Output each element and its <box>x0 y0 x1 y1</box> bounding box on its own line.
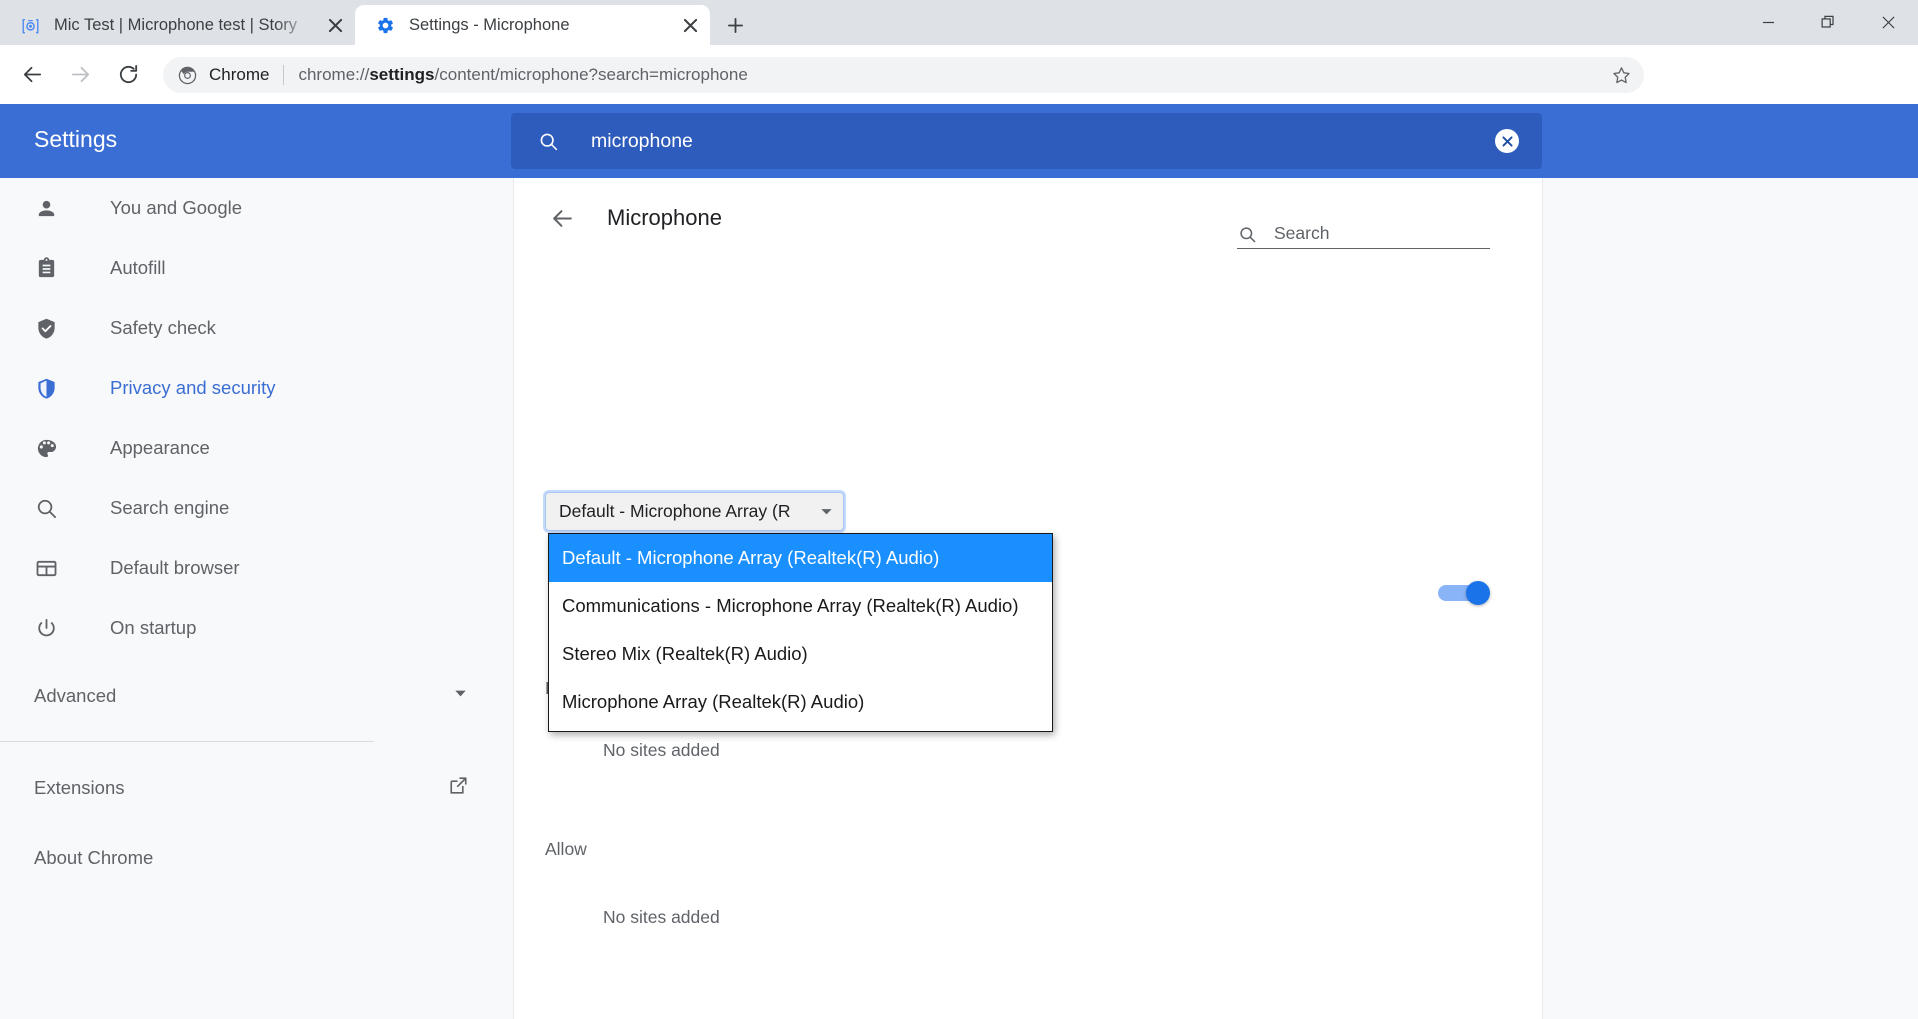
search-icon <box>34 496 58 520</box>
sidebar-item-appearance[interactable]: Appearance <box>0 424 513 472</box>
dropdown-option[interactable]: Stereo Mix (Realtek(R) Audio) <box>549 630 1052 678</box>
back-button[interactable] <box>14 57 50 93</box>
power-icon <box>34 616 58 640</box>
omnibox-url: chrome://settings/content/microphone?sea… <box>298 65 747 85</box>
tab-title: Mic Test | Microphone test | Story <box>54 14 317 36</box>
star-icon[interactable] <box>1606 60 1636 90</box>
settings-sidebar: You and Google Autofill Safety check <box>0 178 513 1019</box>
sidebar-item-label: Default browser <box>110 557 240 579</box>
microphone-select-value: Default - Microphone Array (R <box>559 501 816 522</box>
settings-title: Settings <box>34 126 117 153</box>
url-rest: /content/microphone?search=microphone <box>435 65 748 84</box>
sidebar-item-label: You and Google <box>110 197 242 219</box>
sidebar-item-label: Autofill <box>110 257 166 279</box>
clear-circle-icon[interactable] <box>1495 129 1519 153</box>
sidebar-item-privacy-and-security[interactable]: Privacy and security <box>0 364 513 412</box>
omnibox-site-label: Chrome <box>209 65 269 85</box>
sidebar-item-search-engine[interactable]: Search engine <box>0 484 513 532</box>
sidebar-item-advanced[interactable]: Advanced <box>0 672 513 720</box>
content-search-placeholder: Search <box>1274 223 1329 244</box>
settings-header: Settings microphone <box>0 104 1918 178</box>
allow-section-empty: No sites added <box>603 907 720 928</box>
shield-check-icon <box>34 316 58 340</box>
sidebar-item-label: On startup <box>110 617 196 639</box>
palette-icon <box>34 436 58 460</box>
browser-tab[interactable]: Settings - Microphone <box>355 5 710 45</box>
clipboard-icon <box>34 256 58 280</box>
microphone-device-dropdown[interactable]: Default - Microphone Array (Realtek(R) A… <box>548 533 1053 732</box>
camera-icon <box>20 15 40 35</box>
gear-icon <box>375 15 395 35</box>
toggle-knob <box>1466 581 1490 605</box>
sidebar-item-label: Privacy and security <box>110 377 276 399</box>
sidebar-item-about-chrome[interactable]: About Chrome <box>0 834 513 882</box>
content-search-field[interactable]: Search <box>1237 223 1490 249</box>
sidebar-about-label: About Chrome <box>34 847 153 869</box>
sidebar-item-label: Safety check <box>110 317 216 339</box>
settings-search-box[interactable]: microphone <box>511 113 1542 169</box>
chrome-icon <box>177 65 197 85</box>
sidebar-item-you-and-google[interactable]: You and Google <box>0 184 513 232</box>
sidebar-item-safety-check[interactable]: Safety check <box>0 304 513 352</box>
sidebar-item-autofill[interactable]: Autofill <box>0 244 513 292</box>
sidebar-item-on-startup[interactable]: On startup <box>0 604 513 652</box>
new-tab-button[interactable] <box>718 8 752 42</box>
arrow-back-icon[interactable] <box>547 203 577 233</box>
browser-window-icon <box>34 556 58 580</box>
settings-search-value: microphone <box>591 130 693 153</box>
sidebar-advanced-label: Advanced <box>34 685 116 707</box>
settings-page-body: You and Google Autofill Safety check <box>0 178 1918 1019</box>
dropdown-arrow-icon <box>818 504 834 520</box>
tab-title: Settings - Microphone <box>409 14 672 36</box>
url-emphasis: settings <box>369 65 434 84</box>
dropdown-option[interactable]: Default - Microphone Array (Realtek(R) A… <box>549 534 1052 582</box>
sidebar-item-extensions[interactable]: Extensions <box>0 764 513 812</box>
microphone-device-select[interactable]: Default - Microphone Array (R <box>545 492 844 531</box>
close-button[interactable] <box>1858 0 1918 45</box>
url-scheme: chrome:// <box>298 65 369 84</box>
sidebar-item-default-browser[interactable]: Default browser <box>0 544 513 592</box>
restore-button[interactable] <box>1798 0 1858 45</box>
minimize-button[interactable] <box>1738 0 1798 45</box>
close-icon[interactable] <box>676 11 704 39</box>
shield-icon <box>34 376 58 400</box>
dropdown-option[interactable]: Communications - Microphone Array (Realt… <box>549 582 1052 630</box>
sidebar-item-label: Appearance <box>110 437 210 459</box>
allow-section-label: Allow <box>545 839 587 860</box>
search-icon <box>537 130 559 152</box>
sidebar-divider <box>0 741 374 742</box>
tab-strip: Mic Test | Microphone test | Story Setti… <box>0 0 1918 45</box>
ask-before-accessing-toggle[interactable] <box>1438 581 1490 605</box>
open-in-new-icon <box>448 775 469 801</box>
browser-tab[interactable]: Mic Test | Microphone test | Story <box>0 5 355 45</box>
address-bar[interactable]: Chrome chrome://settings/content/microph… <box>163 57 1644 93</box>
window-controls <box>1738 0 1918 45</box>
search-icon <box>1237 224 1257 244</box>
close-icon[interactable] <box>321 11 349 39</box>
omnibox-separator <box>283 65 284 85</box>
person-icon <box>34 196 58 220</box>
block-section-empty: No sites added <box>603 740 720 761</box>
sidebar-extensions-label: Extensions <box>34 777 125 799</box>
dropdown-option[interactable]: Microphone Array (Realtek(R) Audio) <box>549 678 1052 726</box>
reload-button[interactable] <box>110 57 146 93</box>
page-title: Microphone <box>607 205 722 231</box>
forward-button[interactable] <box>62 57 98 93</box>
chevron-down-icon <box>452 685 469 707</box>
browser-toolbar: Chrome chrome://settings/content/microph… <box>0 45 1918 104</box>
sidebar-item-label: Search engine <box>110 497 229 519</box>
